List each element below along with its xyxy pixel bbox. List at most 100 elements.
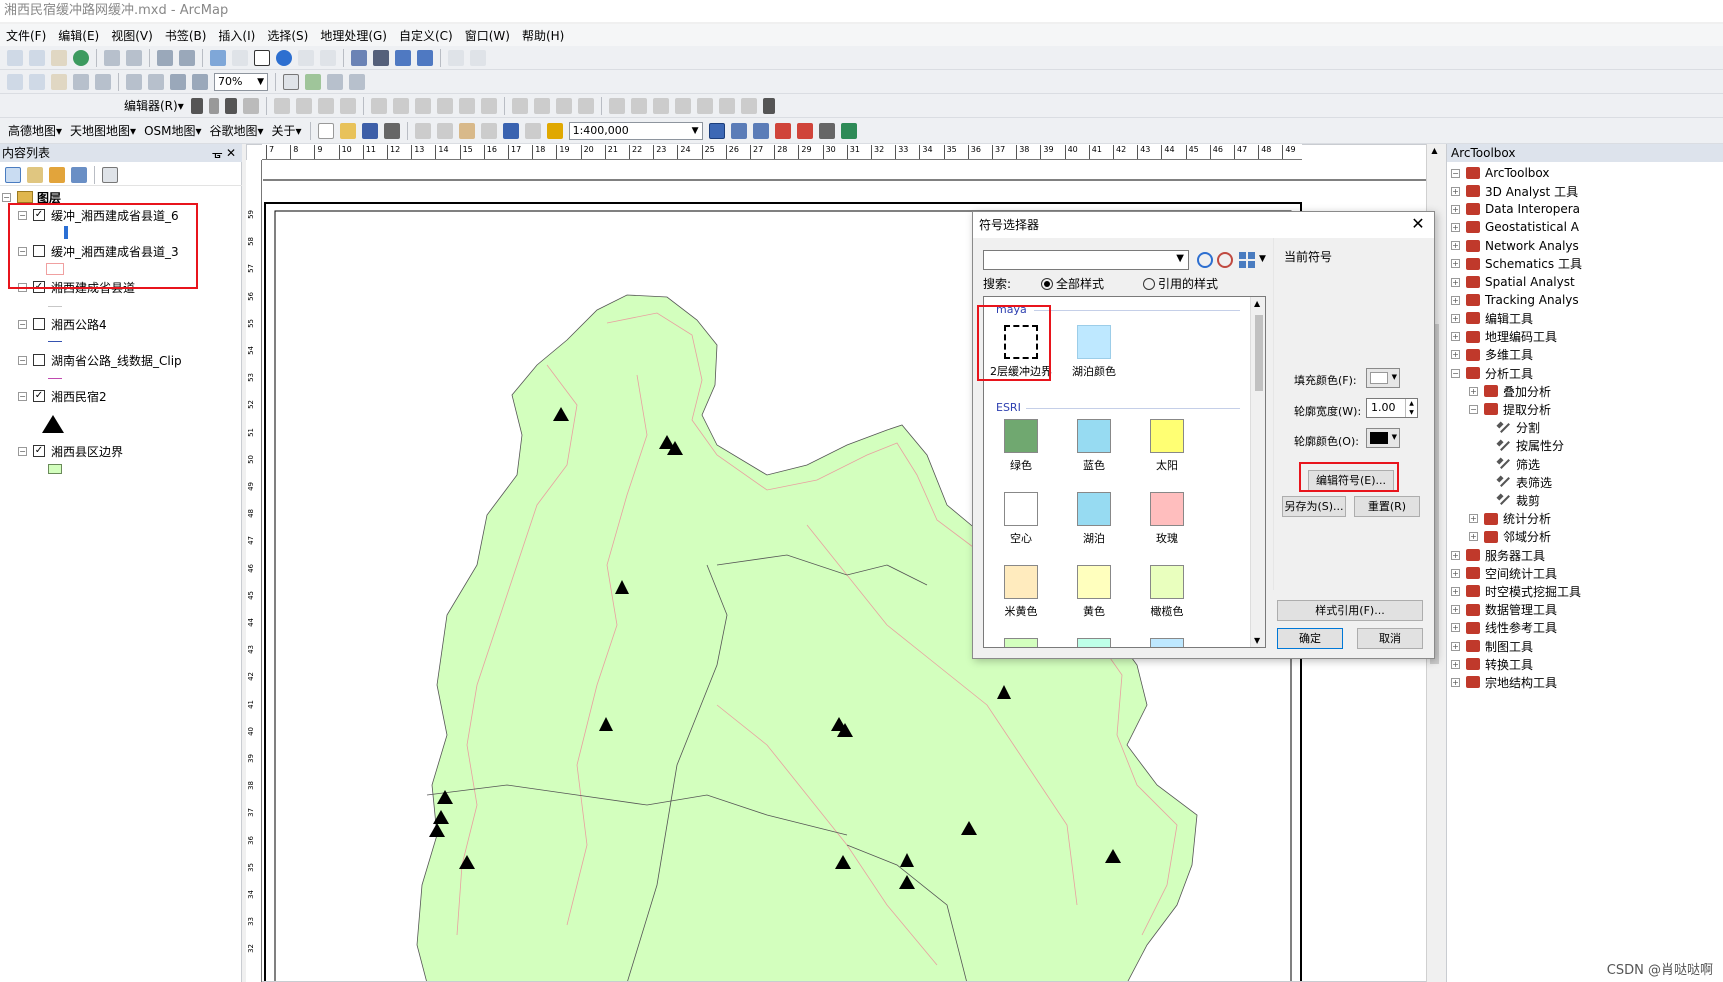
expand-icon[interactable]: + xyxy=(1451,332,1460,342)
python-window-icon[interactable] xyxy=(818,122,835,139)
symbol-swatch[interactable] xyxy=(1077,638,1111,647)
zoom-percent-combo[interactable]: 70% ▼ xyxy=(214,72,268,91)
toc-layer[interactable]: − ✓ 湘西民宿2 xyxy=(18,387,107,405)
toc-options-icon[interactable] xyxy=(102,166,118,183)
list-by-selection-icon[interactable] xyxy=(71,166,87,183)
collapse-icon[interactable]: − xyxy=(18,319,27,329)
collapse-icon[interactable]: − xyxy=(1451,168,1460,178)
add-data-icon[interactable] xyxy=(546,122,563,139)
menu-geoprocessing[interactable]: 地理处理(G) xyxy=(314,27,393,44)
expand-icon[interactable]: + xyxy=(1451,277,1460,287)
extend-icon[interactable] xyxy=(674,97,691,114)
create-features-icon[interactable] xyxy=(480,97,497,114)
toolbox-item[interactable]: + Schematics 工具 xyxy=(1451,255,1582,273)
arctoolbox-icon[interactable] xyxy=(774,122,791,139)
toolbox-item[interactable]: + 叠加分析 xyxy=(1469,382,1551,400)
fixed-zoom-in-icon[interactable] xyxy=(104,49,120,66)
chevron-down-icon[interactable]: ▼ xyxy=(1259,254,1266,264)
expand-icon[interactable]: + xyxy=(1451,623,1460,633)
collapse-icon[interactable]: − xyxy=(18,355,27,365)
next-extent-icon[interactable] xyxy=(192,73,208,90)
toolbox-tool[interactable]: 按属性分 xyxy=(1497,437,1564,455)
close-icon[interactable]: ✕ xyxy=(1408,214,1428,234)
symbol-swatch[interactable] xyxy=(1150,492,1184,526)
back-icon[interactable] xyxy=(157,49,173,66)
toolbox-item[interactable]: + 多维工具 xyxy=(1451,346,1533,364)
focus-data-frame-icon[interactable] xyxy=(305,73,321,90)
layout-zoom-in-icon[interactable] xyxy=(7,73,23,90)
paste-icon[interactable] xyxy=(458,122,475,139)
toolbox-item[interactable]: − 分析工具 xyxy=(1451,364,1533,382)
html-popup-icon[interactable] xyxy=(320,49,336,66)
copy-icon[interactable] xyxy=(436,122,453,139)
table-of-contents-icon[interactable] xyxy=(730,122,747,139)
error-inspector-icon[interactable] xyxy=(577,97,594,114)
fillet-icon[interactable] xyxy=(718,97,735,114)
menu-selection[interactable]: 选择(S) xyxy=(261,27,314,44)
symbol-swatch[interactable] xyxy=(1004,638,1038,647)
radio-referenced-styles[interactable]: 引用的样式 xyxy=(1143,275,1218,292)
menu-edit[interactable]: 编辑(E) xyxy=(52,27,105,44)
toolbox-item[interactable]: + Network Analys xyxy=(1451,237,1579,255)
symbol-swatch[interactable] xyxy=(1150,565,1184,599)
save-as-button[interactable]: 另存为(S)... xyxy=(1282,496,1346,517)
collapse-icon[interactable]: − xyxy=(18,391,27,401)
map-scale-combo[interactable]: 1:400,000 ▼ xyxy=(568,121,703,140)
reshape-icon[interactable] xyxy=(242,97,259,114)
menu-help[interactable]: 帮助(H) xyxy=(516,27,570,44)
toolbox-item[interactable]: + 宗地结构工具 xyxy=(1451,673,1557,691)
trace-icon[interactable] xyxy=(317,97,334,114)
delete-icon[interactable] xyxy=(480,122,497,139)
previous-extent-icon[interactable] xyxy=(170,73,186,90)
editor-toolbar-toggle-icon[interactable] xyxy=(708,122,725,139)
toolbox-item[interactable]: + 时空模式挖掘工具 xyxy=(1451,582,1581,600)
toolbox-item[interactable]: + Data Interopera xyxy=(1451,200,1580,218)
cancel-button[interactable]: 取消 xyxy=(1357,628,1423,649)
find-icon[interactable] xyxy=(373,49,389,66)
list-by-source-icon[interactable] xyxy=(27,166,43,183)
clear-selection-icon[interactable] xyxy=(232,49,248,66)
pin-icon[interactable]: ᚗ xyxy=(213,144,222,162)
symbol-swatch[interactable] xyxy=(1077,492,1111,526)
toolbox-item[interactable]: − 提取分析 xyxy=(1469,400,1551,418)
expand-icon[interactable]: + xyxy=(1451,677,1460,687)
expand-icon[interactable]: + xyxy=(1469,532,1478,542)
expand-icon[interactable]: + xyxy=(1469,514,1478,524)
list-by-drawing-order-icon[interactable] xyxy=(5,166,21,183)
rotate-tool-icon[interactable] xyxy=(392,97,409,114)
toolbox-item[interactable]: + 线性参考工具 xyxy=(1451,619,1557,637)
toc-layer[interactable]: − 湖南省公路_线数据_Clip xyxy=(18,351,182,369)
layer-visibility-checkbox[interactable] xyxy=(33,318,45,330)
basemap-gaode[interactable]: 高德地图▾ xyxy=(8,122,62,139)
menu-view[interactable]: 视图(V) xyxy=(105,27,159,44)
expand-icon[interactable]: + xyxy=(1451,186,1460,196)
symbol-swatch[interactable] xyxy=(1004,492,1038,526)
edit-annotation-icon[interactable] xyxy=(208,97,219,114)
identify-icon[interactable] xyxy=(276,49,292,66)
toolbox-tool[interactable]: 表筛选 xyxy=(1497,473,1552,491)
zoom-100-icon[interactable] xyxy=(95,73,111,90)
end-point-arc-icon[interactable] xyxy=(295,97,312,114)
expand-icon[interactable]: + xyxy=(1451,550,1460,560)
symbol-swatch[interactable] xyxy=(1077,419,1111,453)
symbol-swatch[interactable] xyxy=(1004,419,1038,453)
collapse-icon[interactable]: − xyxy=(2,192,11,202)
reset-button[interactable]: 重置(R) xyxy=(1354,496,1420,517)
toolbox-item[interactable]: + Tracking Analys xyxy=(1451,291,1579,309)
toolbox-item[interactable]: + Spatial Analyst xyxy=(1451,273,1575,291)
fixed-zoom-out-layout-icon[interactable] xyxy=(148,73,164,90)
expand-icon[interactable]: + xyxy=(1451,659,1460,669)
spinner-icon[interactable]: ▲ ▼ xyxy=(1405,399,1417,417)
collapse-icon[interactable]: − xyxy=(18,446,27,456)
viewer-icon[interactable] xyxy=(470,49,486,66)
point-icon[interactable] xyxy=(339,97,356,114)
toc-layer[interactable]: − 湘西公路4 xyxy=(18,315,107,333)
menu-file[interactable]: 文件(F) xyxy=(0,27,52,44)
undo-icon[interactable] xyxy=(502,122,519,139)
close-icon[interactable]: ✕ xyxy=(226,144,236,162)
menu-customize[interactable]: 自定义(C) xyxy=(393,27,459,44)
outline-color-picker[interactable]: ▼ xyxy=(1366,428,1400,448)
redo-icon[interactable] xyxy=(524,122,541,139)
toolbox-tool[interactable]: 筛选 xyxy=(1497,455,1540,473)
open-icon[interactable] xyxy=(339,122,356,139)
